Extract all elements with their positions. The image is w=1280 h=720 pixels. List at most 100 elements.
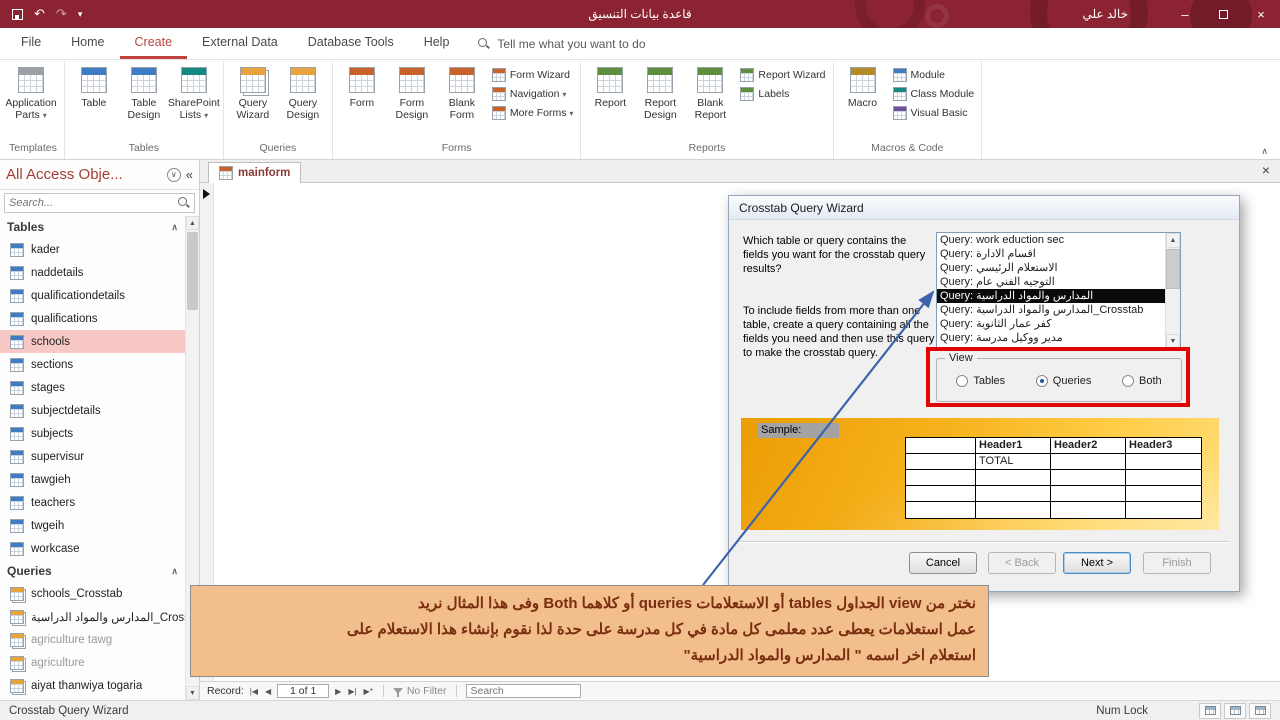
annotation-line: استعلام اخر اسمه " المدارس والمواد الدرا… [683, 647, 976, 664]
search-icon[interactable] [178, 197, 190, 209]
ribbon-button-blank-report[interactable]: Blank Report [686, 64, 734, 134]
ribbon-button-table-design[interactable]: Table Design [120, 64, 168, 134]
query-list-item[interactable]: Query: المدارس والمواد الدراسية_Crosstab [937, 303, 1165, 317]
record-last-button[interactable]: ▶| [347, 687, 357, 696]
nav-item-crosst[interactable]: المدارس والمواد الدراسية_Crosst... [0, 605, 185, 628]
datasheet-view-button[interactable] [1224, 702, 1246, 719]
nav-item-agriculture-tawg[interactable]: agriculture tawg [0, 628, 185, 651]
nav-item-stages[interactable]: stages [0, 376, 185, 399]
list-scrollbar[interactable]: ▲ ▼ [1165, 233, 1180, 349]
form-view-button[interactable] [1199, 702, 1221, 719]
design-view-button[interactable] [1249, 702, 1271, 719]
collapse-ribbon-icon[interactable]: ∧ [1261, 146, 1268, 157]
nav-item-schools-crosstab[interactable]: schools_Crosstab [0, 582, 185, 605]
cancel-button[interactable]: Cancel [909, 552, 977, 574]
document-close-icon[interactable]: × [1262, 162, 1270, 178]
nav-pane-title[interactable]: All Access Obje... [6, 166, 162, 183]
query-list-item[interactable]: Query: اقسام الادارة [937, 247, 1165, 261]
ribbon-button-report-wizard[interactable]: Report Wizard [740, 68, 826, 82]
ribbon-button-application-parts[interactable]: Application Parts ▾ [5, 64, 57, 134]
nav-item-supervisur[interactable]: supervisur [0, 445, 185, 468]
ribbon-button-visual-basic[interactable]: Visual Basic [892, 106, 975, 120]
undo-icon[interactable]: ↶ [34, 6, 45, 22]
ribbon-button-macro[interactable]: Macro [839, 64, 887, 134]
scroll-up-icon[interactable]: ▲ [1166, 233, 1180, 248]
scroll-down-icon[interactable]: ▼ [186, 686, 199, 700]
record-first-button[interactable]: |◀ [249, 687, 259, 696]
nav-item-tawgieh[interactable]: tawgieh [0, 468, 185, 491]
close-button[interactable]: × [1242, 0, 1280, 28]
nav-item-qualifications[interactable]: qualifications [0, 307, 185, 330]
no-filter-toggle[interactable]: No Filter [392, 685, 447, 697]
scrollbar-thumb[interactable] [187, 232, 198, 310]
ribbon-button-sharepoint-lists[interactable]: SharePoint Lists ▾ [168, 64, 220, 134]
query-list-item[interactable]: Query: كفر عمار الثانوية [937, 317, 1165, 331]
tell-me-box[interactable]: Tell me what you want to do [478, 28, 646, 59]
nav-item-aiyat-thanwiya-togaria[interactable]: aiyat thanwiya togaria [0, 674, 185, 697]
ribbon-button-label: Query Wizard [236, 97, 270, 122]
nav-item-subjectdetails[interactable]: subjectdetails [0, 399, 185, 422]
user-name[interactable]: خالد علي [1083, 0, 1129, 28]
ribbon-button-module[interactable]: Module [892, 68, 975, 82]
nav-item-qualificationdetails[interactable]: qualificationdetails [0, 284, 185, 307]
ribbon-tab-home[interactable]: Home [56, 28, 119, 59]
ribbon-button-form-design[interactable]: Form Design [388, 64, 436, 134]
save-icon[interactable] [12, 8, 23, 20]
ribbon-button-table[interactable]: Table [70, 64, 118, 134]
query-list-item[interactable]: Query: الاستعلام الرئيسي [937, 261, 1165, 275]
record-next-button[interactable]: ▶ [334, 687, 342, 696]
nav-item-sections[interactable]: sections [0, 353, 185, 376]
next-button[interactable]: Next > [1063, 552, 1131, 574]
query-list-item[interactable]: Query: مدير ووكيل مدرسة [937, 331, 1165, 345]
ribbon-button-report[interactable]: Report [586, 64, 634, 134]
nav-section-queries[interactable]: Queries ∧ [0, 560, 185, 582]
ribbon-button-class-module[interactable]: Class Module [892, 87, 974, 101]
nav-item-schools[interactable]: schools [0, 330, 185, 353]
ribbon-button-form[interactable]: Form [338, 64, 386, 134]
ribbon-button-query-wizard[interactable]: Query Wizard [229, 64, 277, 134]
ribbon-button-more-forms[interactable]: More Forms ▾ [491, 106, 573, 120]
ribbon-tab-external-data[interactable]: External Data [187, 28, 293, 59]
redo-icon[interactable]: ↷ [56, 6, 67, 22]
ribbon-button-report-design[interactable]: Report Design [636, 64, 684, 134]
nav-item-kader[interactable]: kader [0, 238, 185, 261]
ribbon-button-navigation[interactable]: Navigation ▾ [491, 87, 574, 101]
nav-item-twgeih[interactable]: twgeih [0, 514, 185, 537]
qat-dropdown-icon[interactable]: ▾ [78, 9, 83, 20]
maximize-button[interactable] [1204, 0, 1242, 28]
query-list-item[interactable]: Query: التوجيه الفني عام [937, 275, 1165, 289]
record-search-input[interactable] [465, 684, 581, 698]
scrollbar-thumb[interactable] [1166, 249, 1180, 289]
query-list[interactable]: ▲ ▼ Query: work eduction sec Query: اقسام… [936, 232, 1181, 350]
ribbon-tab-database-tools[interactable]: Database Tools [293, 28, 409, 59]
record-prev-button[interactable]: ◀ [264, 687, 272, 696]
ribbon-tab-file[interactable]: File [6, 28, 56, 59]
document-tab-mainform[interactable]: mainform [208, 162, 302, 183]
ribbon-button-blank-form[interactable]: Blank Form [438, 64, 486, 134]
table-icon [10, 242, 24, 257]
scroll-up-icon[interactable]: ▲ [186, 216, 199, 230]
nav-item-teachers[interactable]: teachers [0, 491, 185, 514]
nav-item-naddetails[interactable]: naddetails [0, 261, 185, 284]
sample-cell [1126, 486, 1201, 502]
nav-item-agriculture[interactable]: agriculture [0, 651, 185, 674]
nav-item-label: qualifications [31, 312, 98, 325]
record-position[interactable]: 1 of 1 [277, 684, 330, 698]
ribbon-tab-create[interactable]: Create [119, 28, 188, 59]
record-new-button[interactable]: ▶* [363, 687, 374, 696]
querydesign-icon [289, 67, 316, 93]
ribbon-tab-help[interactable]: Help [409, 28, 465, 59]
nav-menu-icon[interactable]: ∨ [166, 167, 181, 182]
nav-item-subjects[interactable]: subjects [0, 422, 185, 445]
dialog-titlebar[interactable]: Crosstab Query Wizard [729, 196, 1239, 220]
nav-section-tables[interactable]: Tables ∧ [0, 216, 185, 238]
nav-item-workcase[interactable]: workcase [0, 537, 185, 560]
nav-search-input[interactable] [5, 197, 178, 209]
ribbon-button-query-design[interactable]: Query Design [279, 64, 327, 134]
shutter-bar-icon[interactable]: « [186, 167, 193, 182]
query-list-item[interactable]: Query: work eduction sec [937, 233, 1165, 247]
minimize-button[interactable]: – [1166, 0, 1204, 28]
query-list-item[interactable]: Query: المدارس والمواد الدراسية [937, 289, 1165, 303]
ribbon-button-labels[interactable]: Labels [740, 87, 825, 101]
ribbon-button-form-wizard[interactable]: Form Wizard [491, 68, 574, 82]
